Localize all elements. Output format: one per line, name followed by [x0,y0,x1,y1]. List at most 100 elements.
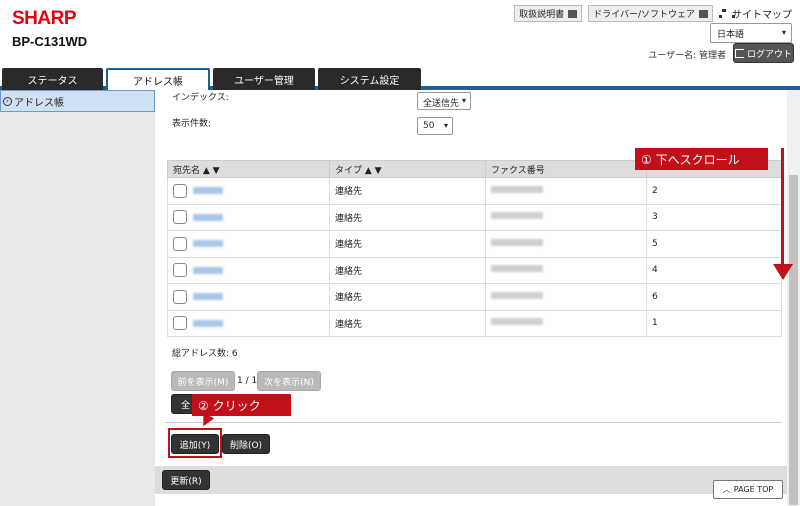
table-row: 連絡先 5 [167,230,782,258]
fax-number [491,185,543,193]
page-top-button[interactable]: ︿ PAGE TOP [713,480,783,499]
fax-cell [485,309,647,337]
fax-cell [485,203,647,231]
tab-status[interactable]: ステータス [2,68,103,90]
name-cell [167,177,330,205]
number-cell: 3 [646,203,782,231]
row-checkbox[interactable] [173,316,187,331]
contact-name-link[interactable] [193,213,223,221]
contact-name-link[interactable] [193,187,223,195]
count-label: 表示件数: [172,119,212,129]
annotation-scroll-down: ① 下へスクロール [635,148,768,170]
index-select[interactable]: 全送信先 ▾ [417,92,471,110]
number-cell: 1 [646,309,782,337]
count-value: 50 [423,121,435,131]
chevron-right-icon: › [3,96,12,106]
sitemap-icon [719,9,735,18]
fax-cell [485,283,647,311]
table-row: 連絡先 3 [167,203,782,231]
index-value: 全送信先 [423,99,460,109]
external-link-icon [699,9,708,18]
table-row: 連絡先 4 [167,256,782,284]
annotation-arrow [781,148,784,266]
manual-link-label: 取扱説明書 [519,10,565,20]
row-checkbox[interactable] [173,183,187,198]
total-addresses: 総アドレス数: 6 [172,349,238,359]
name-cell [167,230,330,258]
number-cell: 4 [646,256,782,284]
page-indicator: 1 / 1 [237,376,258,386]
table-row: 連絡先 1 [167,309,782,337]
page-top-label: PAGE TOP [733,485,774,494]
sidebar: › アドレス帳 [0,90,155,506]
contact-name-link[interactable] [193,266,223,274]
driver-link[interactable]: ドライバー/ソフトウェア [588,5,713,22]
model-name: BP-C131WD [12,34,88,49]
prev-page-button[interactable]: 前を表示(M) [171,371,235,391]
index-label: インデックス: [172,93,229,103]
column-header-fax: ファクス番号 [485,160,647,178]
column-header-name[interactable]: 宛先名 ▲ ▼ [167,160,330,178]
logout-button[interactable]: ログアウト [733,43,794,63]
address-table: 宛先名 ▲ ▼ タイプ ▲ ▼ ファクス番号 連絡先 2 連絡先 3 連絡先 5… [167,160,782,337]
number-cell: 6 [646,283,782,311]
column-header-type[interactable]: タイプ ▲ ▼ [329,160,486,178]
driver-link-label: ドライバー/ソフトウェア [593,10,695,20]
language-select[interactable]: 日本語 ▾ [710,23,792,43]
divider [165,422,782,423]
delete-button[interactable]: 削除(O) [222,434,270,454]
contact-name-link[interactable] [193,319,223,327]
row-checkbox[interactable] [173,289,187,304]
logout-label: ログアウト [746,49,792,60]
chevron-down-icon: ▾ [461,96,466,105]
next-page-button[interactable]: 次を表示(N) [257,371,321,391]
manual-link[interactable]: 取扱説明書 [514,5,583,22]
row-checkbox[interactable] [173,236,187,251]
sharp-logo: SHARP [12,8,77,29]
fax-cell [485,177,647,205]
fax-cell [485,230,647,258]
fax-number [491,265,543,273]
contact-name-link[interactable] [193,293,223,301]
count-select[interactable]: 50 ▾ [417,117,453,135]
fax-number [491,318,543,326]
chevron-down-icon: ▾ [443,121,448,130]
sidebar-item-label: アドレス帳 [14,97,64,109]
row-checkbox[interactable] [173,263,187,278]
sitemap-label: サイトマップ [732,10,792,21]
type-cell: 連絡先 [329,283,486,311]
row-checkbox[interactable] [173,210,187,225]
sitemap-link[interactable]: サイトマップ [719,6,792,21]
type-cell: 連絡先 [329,309,486,337]
table-row: 連絡先 2 [167,177,782,205]
name-cell [167,256,330,284]
fax-number [491,212,543,220]
sidebar-item-address-book[interactable]: › アドレス帳 [0,90,155,112]
tab-system-settings[interactable]: システム設定 [318,68,421,90]
logout-icon [734,48,744,58]
language-value: 日本語 [717,30,745,40]
type-cell: 連絡先 [329,177,486,205]
tab-bar: ステータス アドレス帳 ユーザー管理 システム設定 [0,68,800,90]
arrow-down-icon [773,264,793,280]
type-cell: 連絡先 [329,256,486,284]
table-row: 連絡先 6 [167,283,782,311]
header: SHARP BP-C131WD 取扱説明書 ドライバー/ソフトウェア サイトマッ… [0,0,800,68]
contact-name-link[interactable] [193,240,223,248]
footer-bar [155,466,787,494]
tab-address-book[interactable]: アドレス帳 [106,68,210,90]
number-cell: 5 [646,230,782,258]
refresh-button[interactable]: 更新(R) [162,470,210,490]
name-cell [167,283,330,311]
top-links: 取扱説明書 ドライバー/ソフトウェア サイトマップ [514,5,792,22]
fax-cell [485,256,647,284]
scrollbar-thumb[interactable] [789,175,798,505]
chevron-down-icon: ▾ [781,28,786,37]
fax-number [491,238,543,246]
tab-user-management[interactable]: ユーザー管理 [213,68,315,90]
user-name: ユーザー名: 管理者 [648,51,726,61]
annotation-highlight [168,428,222,458]
type-cell: 連絡先 [329,203,486,231]
name-cell [167,309,330,337]
number-cell: 2 [646,177,782,205]
